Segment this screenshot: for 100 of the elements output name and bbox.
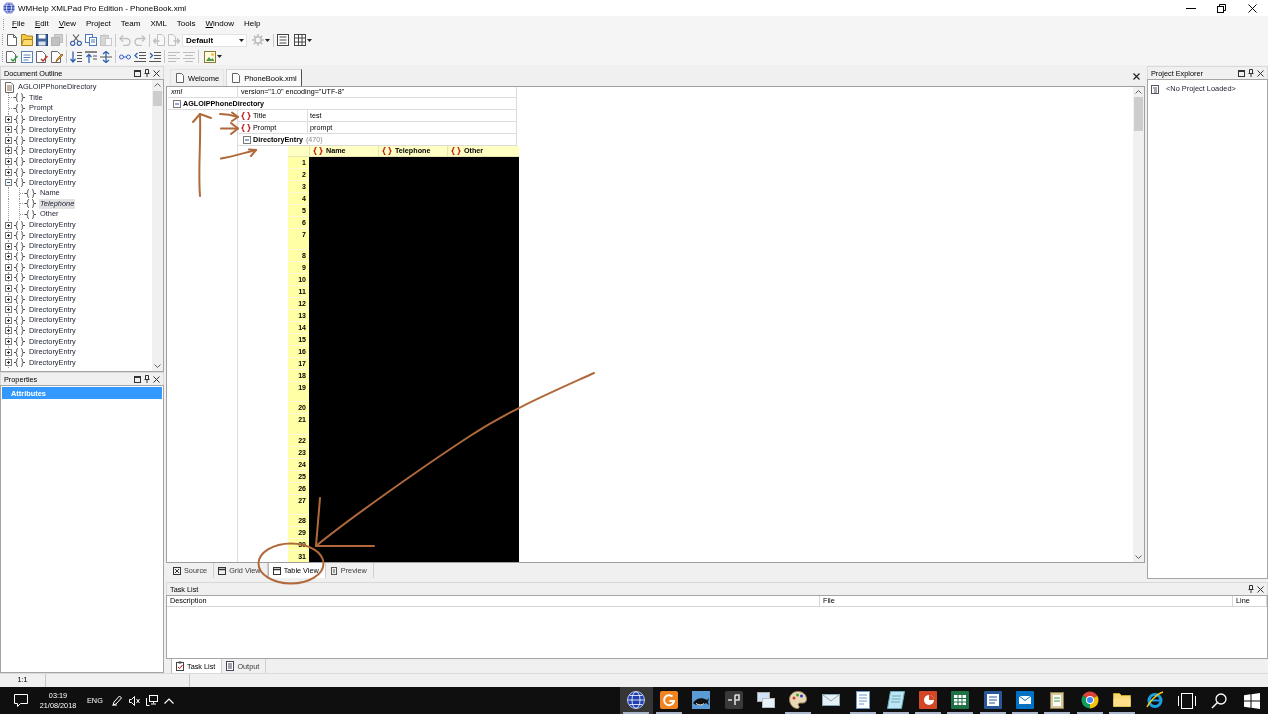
pin-icon[interactable] bbox=[1248, 585, 1254, 593]
speech-bubble-icon[interactable] bbox=[14, 694, 28, 707]
arrow-up-icon[interactable] bbox=[1135, 90, 1142, 94]
expand-icon[interactable] bbox=[5, 157, 12, 165]
expand-icon[interactable] bbox=[5, 263, 12, 271]
collapse-icon[interactable] bbox=[5, 179, 12, 187]
globe-icon[interactable] bbox=[627, 691, 646, 709]
list-icon[interactable] bbox=[276, 34, 289, 46]
folder-icon[interactable] bbox=[1113, 691, 1132, 709]
sort-icon[interactable] bbox=[69, 50, 82, 63]
caret-icon[interactable] bbox=[216, 55, 222, 58]
expand-icon[interactable] bbox=[5, 253, 12, 261]
expand-icon[interactable] bbox=[5, 338, 12, 346]
copy-icon[interactable] bbox=[84, 34, 97, 46]
expand-icon[interactable] bbox=[5, 242, 12, 250]
palette-icon[interactable] bbox=[789, 691, 808, 709]
spreadsheet-tile-icon[interactable] bbox=[951, 691, 970, 709]
window-icon[interactable] bbox=[134, 69, 141, 77]
expand-icon[interactable] bbox=[5, 274, 12, 282]
pen-icon[interactable] bbox=[111, 695, 122, 706]
dark-tile-icon[interactable] bbox=[724, 691, 743, 709]
close-icon[interactable] bbox=[153, 69, 160, 77]
menu-item[interactable]: View bbox=[53, 17, 81, 31]
search-icon[interactable] bbox=[1211, 692, 1228, 709]
restore-icon[interactable] bbox=[1217, 3, 1226, 13]
expand-icon[interactable] bbox=[5, 306, 12, 314]
arrow-up-icon[interactable] bbox=[154, 83, 161, 87]
expand-icon[interactable] bbox=[5, 348, 12, 356]
envelope-icon[interactable] bbox=[821, 691, 840, 709]
scissors-icon[interactable] bbox=[69, 34, 82, 46]
expand-icon[interactable] bbox=[5, 232, 12, 240]
window-icon[interactable] bbox=[134, 375, 141, 383]
expand-icon[interactable] bbox=[5, 285, 12, 293]
scroll-thumb[interactable] bbox=[153, 91, 162, 106]
monitor-icon[interactable] bbox=[756, 691, 775, 709]
expand-icon[interactable] bbox=[5, 295, 12, 303]
close-icon[interactable] bbox=[1257, 585, 1264, 593]
collapse-icon[interactable] bbox=[243, 135, 251, 144]
menu-item[interactable]: XML bbox=[145, 17, 172, 31]
caret-icon[interactable] bbox=[306, 38, 312, 42]
document-check-icon[interactable] bbox=[35, 50, 48, 63]
close-icon[interactable] bbox=[153, 375, 160, 383]
expand-icon[interactable] bbox=[5, 221, 12, 229]
expand-icon[interactable] bbox=[5, 168, 12, 176]
scrollbar[interactable] bbox=[152, 80, 163, 371]
menu-item[interactable]: File bbox=[7, 17, 30, 31]
chevron-up-icon[interactable] bbox=[163, 697, 174, 704]
scrollbar[interactable] bbox=[1133, 87, 1144, 562]
presentation-tile-icon[interactable] bbox=[918, 691, 937, 709]
expand-icon[interactable] bbox=[5, 136, 12, 144]
mail-tile-icon[interactable] bbox=[1016, 691, 1035, 709]
close-icon[interactable] bbox=[1257, 69, 1264, 77]
document-check-icon[interactable] bbox=[5, 50, 18, 63]
notepad-icon[interactable] bbox=[886, 691, 905, 709]
swoosh-ring-icon[interactable] bbox=[1145, 691, 1164, 709]
grip-handle[interactable] bbox=[2, 18, 5, 30]
save-icon[interactable] bbox=[35, 34, 48, 46]
indent-increase-icon[interactable] bbox=[148, 50, 161, 63]
grid-icon[interactable] bbox=[293, 34, 306, 46]
new-file-icon[interactable] bbox=[5, 34, 18, 46]
document-tile-icon[interactable] bbox=[983, 691, 1002, 709]
menu-item[interactable]: Project bbox=[80, 17, 116, 31]
document-icon[interactable] bbox=[854, 691, 873, 709]
expand-icon[interactable] bbox=[5, 115, 12, 123]
indent-decrease-icon[interactable] bbox=[133, 50, 146, 63]
menu-item[interactable]: Help bbox=[239, 17, 266, 31]
pin-icon[interactable] bbox=[144, 375, 150, 383]
close-icon[interactable] bbox=[1133, 72, 1140, 80]
whale-icon[interactable] bbox=[692, 691, 711, 709]
window-icon[interactable] bbox=[1238, 69, 1245, 77]
arrow-down-icon[interactable] bbox=[1135, 555, 1142, 559]
four-panes-icon[interactable] bbox=[1243, 692, 1260, 709]
minimize-icon[interactable] bbox=[1185, 7, 1196, 9]
menu-item[interactable]: Team bbox=[115, 17, 146, 31]
pin-icon[interactable] bbox=[144, 69, 150, 77]
task-view-icon[interactable] bbox=[1178, 692, 1196, 709]
expand-icon[interactable] bbox=[5, 147, 12, 155]
scroll-thumb[interactable] bbox=[1134, 97, 1143, 131]
menu-item[interactable]: Tools bbox=[171, 17, 201, 31]
expand-icon[interactable] bbox=[5, 126, 12, 134]
collapse-icon[interactable] bbox=[173, 99, 181, 108]
grip-handle[interactable] bbox=[1, 50, 4, 63]
menu-item[interactable]: Edit bbox=[29, 17, 54, 31]
arrow-up-line-icon[interactable] bbox=[84, 50, 97, 63]
taskbar-button[interactable] bbox=[620, 687, 653, 714]
browser-icon[interactable] bbox=[1080, 691, 1099, 709]
document-pencil-icon[interactable] bbox=[50, 50, 63, 63]
menu-item[interactable]: Window bbox=[200, 17, 239, 31]
expand-icon[interactable] bbox=[5, 327, 12, 335]
picture-icon[interactable] bbox=[203, 50, 216, 63]
expand-vertical-icon[interactable] bbox=[99, 50, 112, 63]
close-icon[interactable] bbox=[1248, 3, 1257, 13]
muted-speaker-icon[interactable] bbox=[128, 695, 140, 706]
grip-handle[interactable] bbox=[1, 34, 4, 46]
pin-icon[interactable] bbox=[1248, 69, 1254, 77]
app-tile-icon[interactable] bbox=[659, 691, 678, 709]
arrow-down-icon[interactable] bbox=[154, 364, 161, 368]
expand-icon[interactable] bbox=[5, 359, 12, 367]
network-icon[interactable] bbox=[145, 695, 158, 706]
clipboard-icon[interactable] bbox=[1048, 691, 1067, 709]
